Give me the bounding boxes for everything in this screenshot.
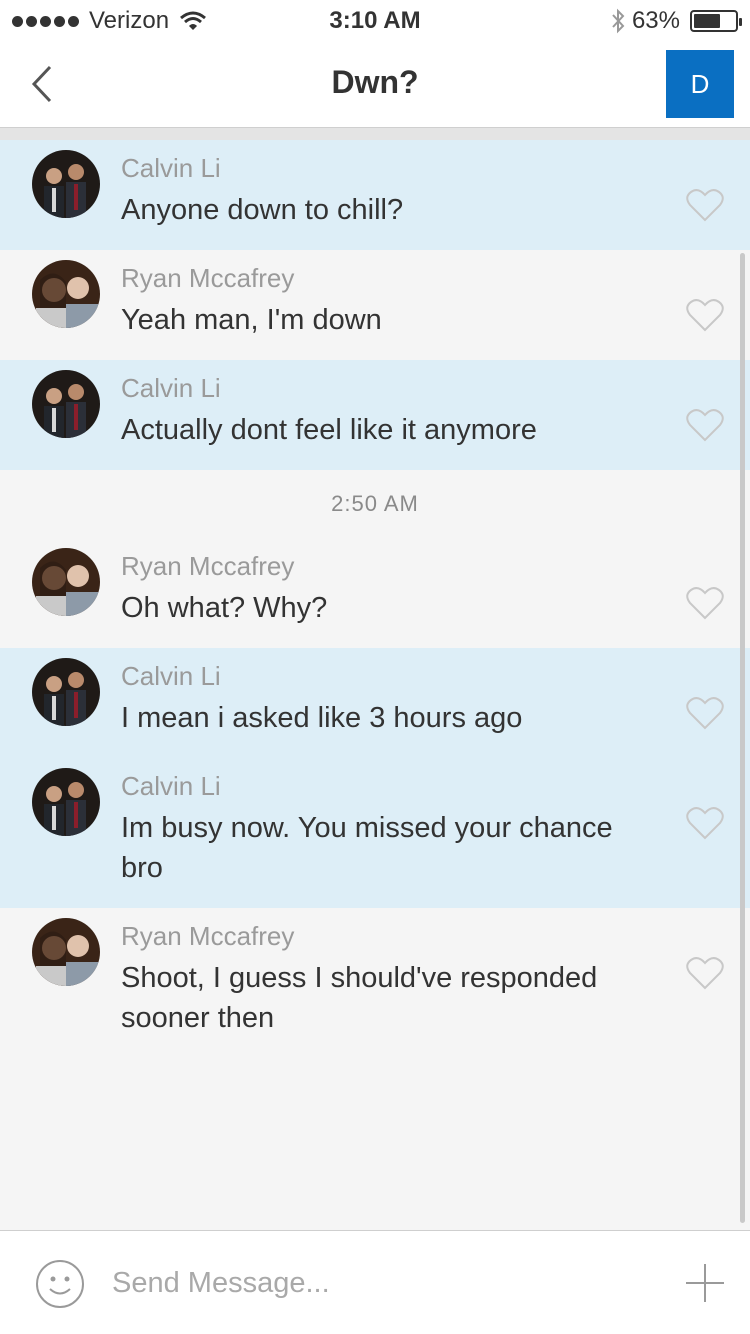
message-text: I mean i asked like 3 hours ago bbox=[121, 702, 523, 734]
message-text: Yeah man, I'm down bbox=[121, 304, 382, 336]
message-sender: Calvin Li bbox=[121, 153, 221, 183]
heart-icon[interactable] bbox=[686, 188, 724, 222]
message-text: Oh what? Why? bbox=[121, 592, 328, 624]
bluetooth-icon bbox=[612, 8, 625, 34]
message-sender: Calvin Li bbox=[121, 373, 221, 403]
avatar[interactable] bbox=[32, 658, 100, 726]
avatar[interactable] bbox=[32, 918, 100, 986]
message-item: Ryan Mccafrey Shoot, I guess I should've… bbox=[0, 908, 750, 1058]
battery-percent: 63% bbox=[631, 7, 680, 34]
message-sender: Ryan Mccafrey bbox=[121, 551, 295, 581]
message-list[interactable]: Calvin Li Anyone down to chill? Ryan Mcc… bbox=[0, 140, 750, 1230]
timestamp-divider: 2:50 AM bbox=[331, 491, 419, 516]
nav-divider bbox=[0, 128, 750, 140]
battery-icon bbox=[690, 10, 742, 32]
message-text: Actually dont feel like it anymore bbox=[121, 414, 537, 446]
avatar[interactable] bbox=[32, 768, 100, 836]
message-item: Ryan Mccafrey Yeah man, I'm down bbox=[0, 250, 750, 360]
message-item: Calvin Li Im busy now. You missed your c… bbox=[0, 758, 750, 908]
status-bar: Verizon 3:10 AM 63% bbox=[0, 0, 750, 40]
avatar[interactable] bbox=[32, 370, 100, 438]
message-sender: Ryan Mccafrey bbox=[121, 921, 295, 951]
scrollbar[interactable] bbox=[740, 253, 745, 1223]
message-item: Calvin Li Actually dont feel like it any… bbox=[0, 360, 750, 470]
navigation-bar: Dwn? D bbox=[0, 40, 750, 128]
heart-icon[interactable] bbox=[686, 408, 724, 442]
message-sender: Ryan Mccafrey bbox=[121, 263, 295, 293]
message-text: Anyone down to chill? bbox=[121, 194, 404, 226]
message-text: Im busy now. You missed your chance bro bbox=[121, 812, 613, 884]
message-item: Ryan Mccafrey Oh what? Why? bbox=[0, 538, 750, 648]
message-text: Shoot, I guess I should've responded soo… bbox=[121, 962, 598, 1034]
group-avatar-button[interactable]: D bbox=[666, 50, 734, 118]
avatar[interactable] bbox=[32, 260, 100, 328]
message-item: Calvin Li I mean i asked like 3 hours ag… bbox=[0, 648, 750, 758]
message-item: Calvin Li Anyone down to chill? bbox=[0, 140, 750, 250]
avatar[interactable] bbox=[32, 548, 100, 616]
status-right: 63% bbox=[610, 7, 742, 35]
heart-icon[interactable] bbox=[686, 806, 724, 840]
message-sender: Calvin Li bbox=[121, 661, 221, 691]
avatar[interactable] bbox=[32, 150, 100, 218]
conversation-title: Dwn? bbox=[331, 64, 419, 100]
message-sender: Calvin Li bbox=[121, 771, 221, 801]
message-composer bbox=[0, 1230, 750, 1334]
heart-icon[interactable] bbox=[686, 586, 724, 620]
heart-icon[interactable] bbox=[686, 696, 724, 730]
heart-icon[interactable] bbox=[686, 298, 724, 332]
message-input[interactable] bbox=[112, 1257, 652, 1309]
heart-icon[interactable] bbox=[686, 956, 724, 990]
plus-icon[interactable] bbox=[684, 1262, 726, 1304]
emoji-icon[interactable] bbox=[34, 1258, 86, 1310]
